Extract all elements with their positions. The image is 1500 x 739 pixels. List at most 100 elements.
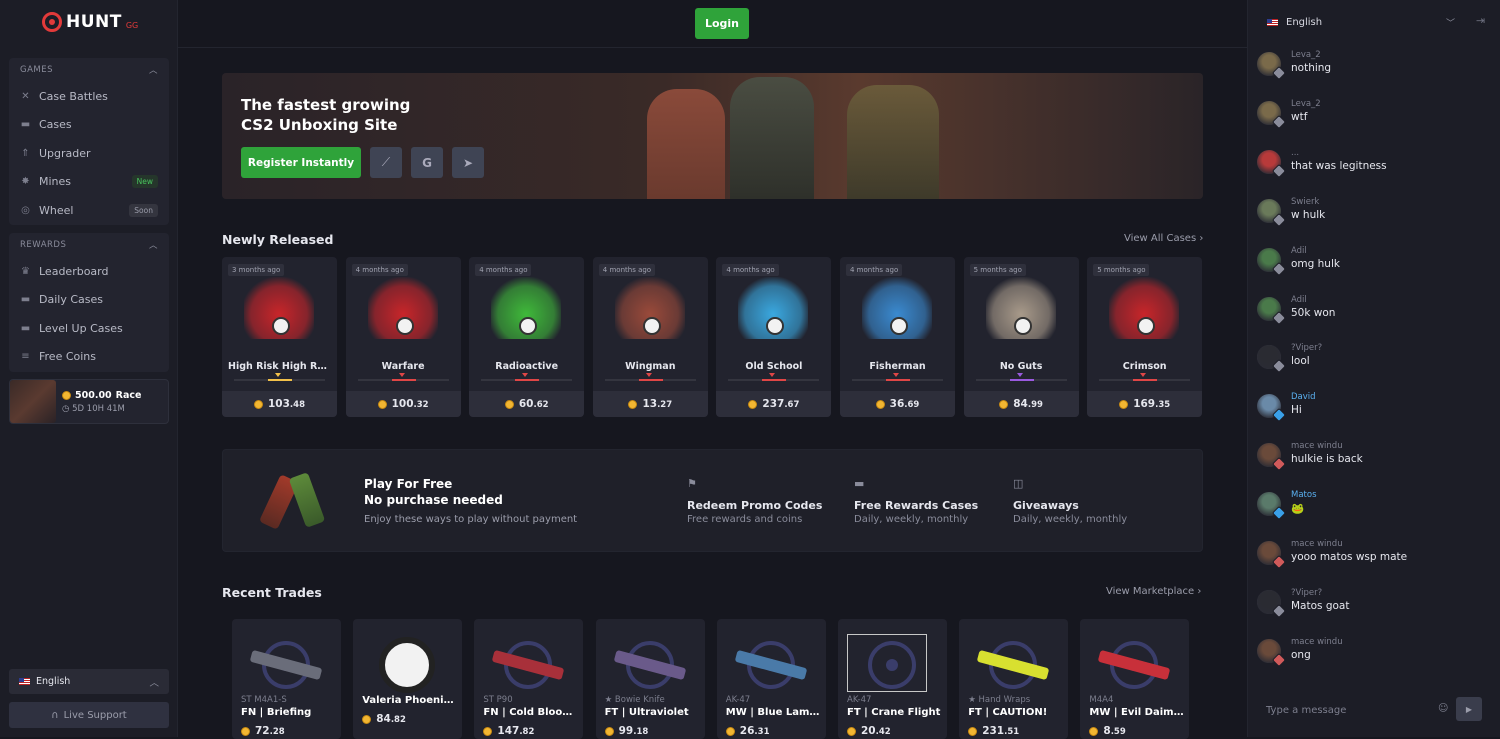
coin-icon [1089, 726, 1099, 736]
item-image [847, 634, 937, 692]
trade-card[interactable]: M4A4 MW | Evil Daimyo 8.59 [1080, 619, 1190, 739]
price-value: 100.32 [392, 398, 429, 410]
chat-language-select[interactable]: English ﹀ [1257, 8, 1465, 36]
games-header[interactable]: GAMES ︿ [9, 58, 169, 82]
case-card[interactable]: 5 months ago Crimson 169.35 [1087, 257, 1203, 417]
price-decimal: .82 [519, 727, 535, 737]
case-image [367, 277, 438, 339]
feature-title: Giveaways [1013, 499, 1079, 512]
feature-subtitle: Daily, weekly, monthly [854, 514, 969, 525]
price-value: 84.99 [1013, 398, 1043, 410]
price-value: 26.31 [740, 725, 770, 737]
chat-username[interactable]: Adil [1291, 295, 1307, 305]
chat-username[interactable]: Leva_2 [1291, 99, 1321, 109]
item-price: 8.59 [1089, 725, 1126, 737]
sidebar-item-mines[interactable]: ✸ Mines New [9, 168, 169, 197]
trade-card[interactable]: AK-47 MW | Blue Lamin... 26.31 [716, 619, 826, 739]
case-image [614, 277, 685, 339]
telegram-icon: ➤ [462, 155, 474, 170]
case-card[interactable]: 4 months ago Radioactive 60.62 [469, 257, 585, 417]
sidebar-item-free-coins[interactable]: ≡ Free Coins [9, 343, 169, 372]
item-category: AK-47 [725, 695, 751, 705]
feature-giveaways[interactable]: ◫ Giveaways Daily, weekly, monthly [1013, 477, 1127, 525]
chat-username[interactable]: mace windu [1291, 637, 1343, 647]
case-card[interactable]: 5 months ago No Guts 84.99 [963, 257, 1079, 417]
chat-username[interactable]: Adil [1291, 246, 1307, 256]
us-flag-icon [1267, 18, 1278, 26]
chat-message: mace windu ong [1257, 637, 1487, 679]
sidebar-item-upgrader[interactable]: ⇑ Upgrader [9, 139, 169, 168]
google-icon: G [422, 155, 432, 170]
trade-card[interactable]: AK-47 FT | Crane Flight 20.42 [838, 619, 947, 739]
case-price: 100.32 [345, 391, 461, 417]
item-name: FT | CAUTION! [968, 707, 1048, 718]
headset-icon: ∩ [51, 709, 59, 721]
sidebar-item-cases[interactable]: ▬ Cases [9, 111, 169, 140]
chat-message: Swierk w hulk [1257, 197, 1487, 239]
newly-released-title: Newly Released [222, 232, 334, 247]
chat-username[interactable]: mace windu [1291, 539, 1343, 549]
case-card[interactable]: 4 months ago Old School 237.67 [716, 257, 832, 417]
games-panel: GAMES ︿ ✕ Case Battles ▬ Cases ⇑ Upgrader ✸ Min… [9, 58, 169, 225]
item-price: 84.82 [362, 713, 406, 725]
telegram-login-button[interactable]: ➤ [452, 147, 484, 178]
chat-text: lool [1291, 355, 1310, 368]
sidebar-item-wheel[interactable]: ◎ Wheel Soon [9, 196, 169, 225]
price-integer: 20 [861, 725, 876, 737]
pistols-image [258, 470, 336, 530]
live-support-button[interactable]: ∩ Live Support [9, 702, 169, 728]
coin-icon [362, 714, 372, 724]
feature-free-rewards-cases[interactable]: ▬ Free Rewards Cases Daily, weekly, monthl… [854, 477, 978, 525]
chat-username[interactable]: David [1291, 392, 1316, 402]
case-card[interactable]: 4 months ago Fisherman 36.69 [840, 257, 955, 417]
trade-card[interactable]: ★ Hand Wraps FT | CAUTION! 231.51 [959, 619, 1069, 739]
price-integer: 26 [739, 725, 755, 737]
emoji-icon[interactable]: ☺ [1438, 703, 1448, 714]
price-value: 99.18 [619, 725, 649, 737]
trade-card[interactable]: ★ Bowie Knife FT | Ultraviolet 99.18 [595, 619, 705, 739]
item-name: FN | Cold Blooded [483, 707, 579, 718]
chat-username[interactable]: Swierk [1291, 197, 1319, 207]
case-price: 237.67 [716, 391, 832, 417]
chat-username[interactable]: ... [1291, 148, 1299, 158]
chat-username[interactable]: ?Viper? [1291, 588, 1322, 598]
case-card[interactable]: 3 months ago High Risk High Rew... 103.48 [222, 257, 337, 417]
language-select[interactable]: English ︿ [9, 669, 169, 694]
case-card[interactable]: 4 months ago Warfare 100.32 [345, 257, 461, 417]
race-label: Race [115, 389, 142, 401]
feature-subtitle: Daily, weekly, monthly [1013, 514, 1128, 525]
logo-text: HUNT [66, 12, 122, 32]
chat-text: omg hulk [1291, 257, 1340, 270]
sidebar-item-leaderboard[interactable]: ♛ Leaderboard [9, 257, 169, 286]
trade-card[interactable]: ST P90 FN | Cold Blooded 147.82 [474, 619, 584, 739]
collapse-chat-icon[interactable]: ⇥ [1476, 14, 1485, 27]
trade-card[interactable]: ST M4A1-S FN | Briefing 72.28 [232, 619, 341, 739]
chat-username[interactable]: mace windu [1291, 441, 1343, 451]
sidebar-item-daily-cases[interactable]: ▬ Daily Cases [9, 286, 169, 315]
case-price: 36.69 [840, 391, 955, 417]
rewards-header[interactable]: REWARDS ︿ [9, 233, 169, 257]
race-widget[interactable]: 500.00 Race ◷ 5D 10H 41M [9, 379, 169, 424]
login-button[interactable]: Login [695, 8, 749, 39]
view-all-cases-link[interactable]: View All Cases › [1124, 233, 1203, 244]
case-name: Fisherman [869, 361, 926, 372]
logo[interactable]: HUNT GG [42, 12, 138, 32]
chat-username[interactable]: ?Viper? [1291, 343, 1322, 353]
google-login-button[interactable]: G [411, 147, 443, 178]
chat-username[interactable]: Leva_2 [1291, 50, 1321, 60]
register-button[interactable]: Register Instantly [241, 147, 361, 178]
send-button[interactable]: ▶ [1456, 697, 1482, 721]
sidebar-item-level-up-cases[interactable]: ▬ Level Up Cases [9, 314, 169, 343]
trade-card[interactable]: Valeria Phoenix ... 84.82 [353, 619, 463, 739]
steam-login-button[interactable]: ⟋ [370, 147, 402, 178]
sidebar-item-case-battles[interactable]: ✕ Case Battles [9, 82, 169, 111]
free-play-description: Enjoy these ways to play without payment [364, 514, 578, 525]
trophy-icon: ♛ [21, 265, 30, 277]
price-value: 169.35 [1133, 398, 1170, 410]
chat-username[interactable]: Matos [1291, 490, 1317, 500]
feature-redeem-promo-codes[interactable]: ⚑ Redeem Promo Codes Free rewards and coin… [687, 477, 822, 525]
view-marketplace-link[interactable]: View Marketplace › [1106, 586, 1201, 597]
case-card[interactable]: 4 months ago Wingman 13.27 [592, 257, 708, 417]
item-name: Valeria Phoenix ... [362, 695, 458, 706]
item-name: FN | Briefing [241, 707, 312, 718]
